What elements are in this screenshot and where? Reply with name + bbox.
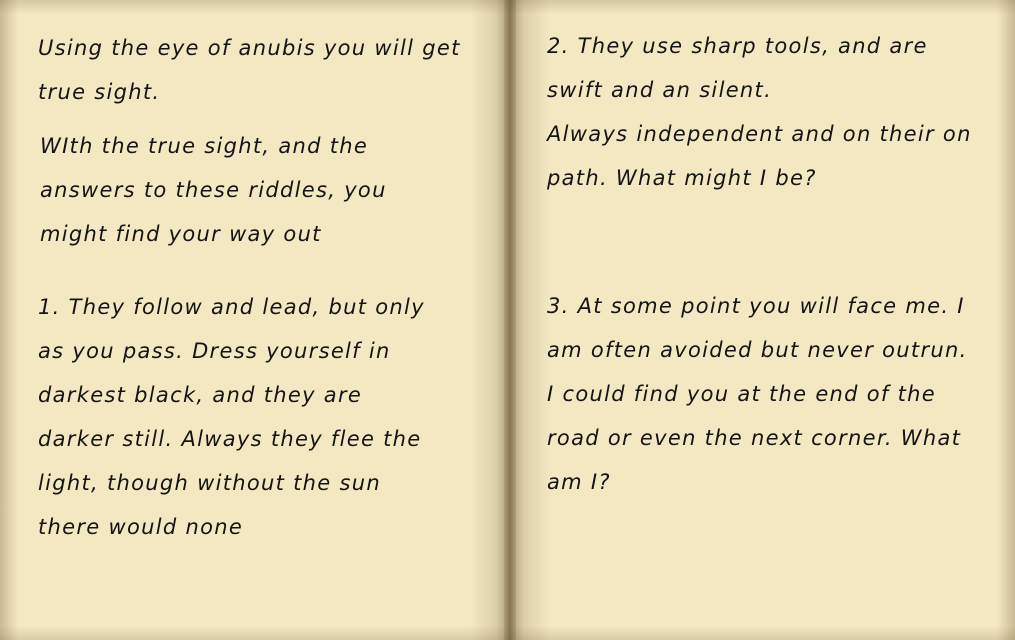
text-line: swift and an silent. [547, 78, 773, 102]
text-line: road or even the next corner. What [547, 426, 962, 450]
text-line: path. What might I be? [547, 166, 817, 190]
left-page: Using the eye of anubis you will get tru… [0, 0, 510, 640]
text-line: darker still. Always they flee the [38, 427, 422, 451]
text-line: light, though without the sun [38, 471, 381, 495]
text-line: true sight. [38, 80, 161, 104]
text-line: as you pass. Dress yourself in [38, 339, 391, 363]
right-page: 2. They use sharp tools, and are swift a… [510, 0, 1015, 640]
text-line: I could find you at the end of the [547, 382, 936, 406]
riddle-2: 2. They use sharp tools, and are swift a… [547, 24, 972, 200]
riddle-book: Using the eye of anubis you will get tru… [0, 0, 1015, 640]
text-line: 2. They use sharp tools, and are [547, 34, 928, 58]
riddle-1: 1. They follow and lead, but only as you… [38, 285, 425, 549]
text-line: answers to these riddles, you [40, 178, 387, 202]
text-line: WIth the true sight, and the [40, 134, 369, 158]
intro-text-2: WIth the true sight, and the answers to … [40, 124, 387, 256]
text-line: am often avoided but never outrun. [547, 338, 968, 362]
text-line: Using the eye of anubis you will get [38, 36, 461, 60]
text-line: 1. They follow and lead, but only [38, 295, 425, 319]
text-line: Always independent and on their on [547, 122, 972, 146]
text-line: might find your way out [40, 222, 322, 246]
book-spine [504, 0, 516, 640]
riddle-3: 3. At some point you will face me. I am … [547, 284, 968, 504]
text-line: darkest black, and they are [38, 383, 363, 407]
text-line: there would none [38, 515, 244, 539]
text-line: am I? [547, 470, 611, 494]
intro-text: Using the eye of anubis you will get tru… [38, 26, 461, 114]
text-line: 3. At some point you will face me. I [547, 294, 965, 318]
